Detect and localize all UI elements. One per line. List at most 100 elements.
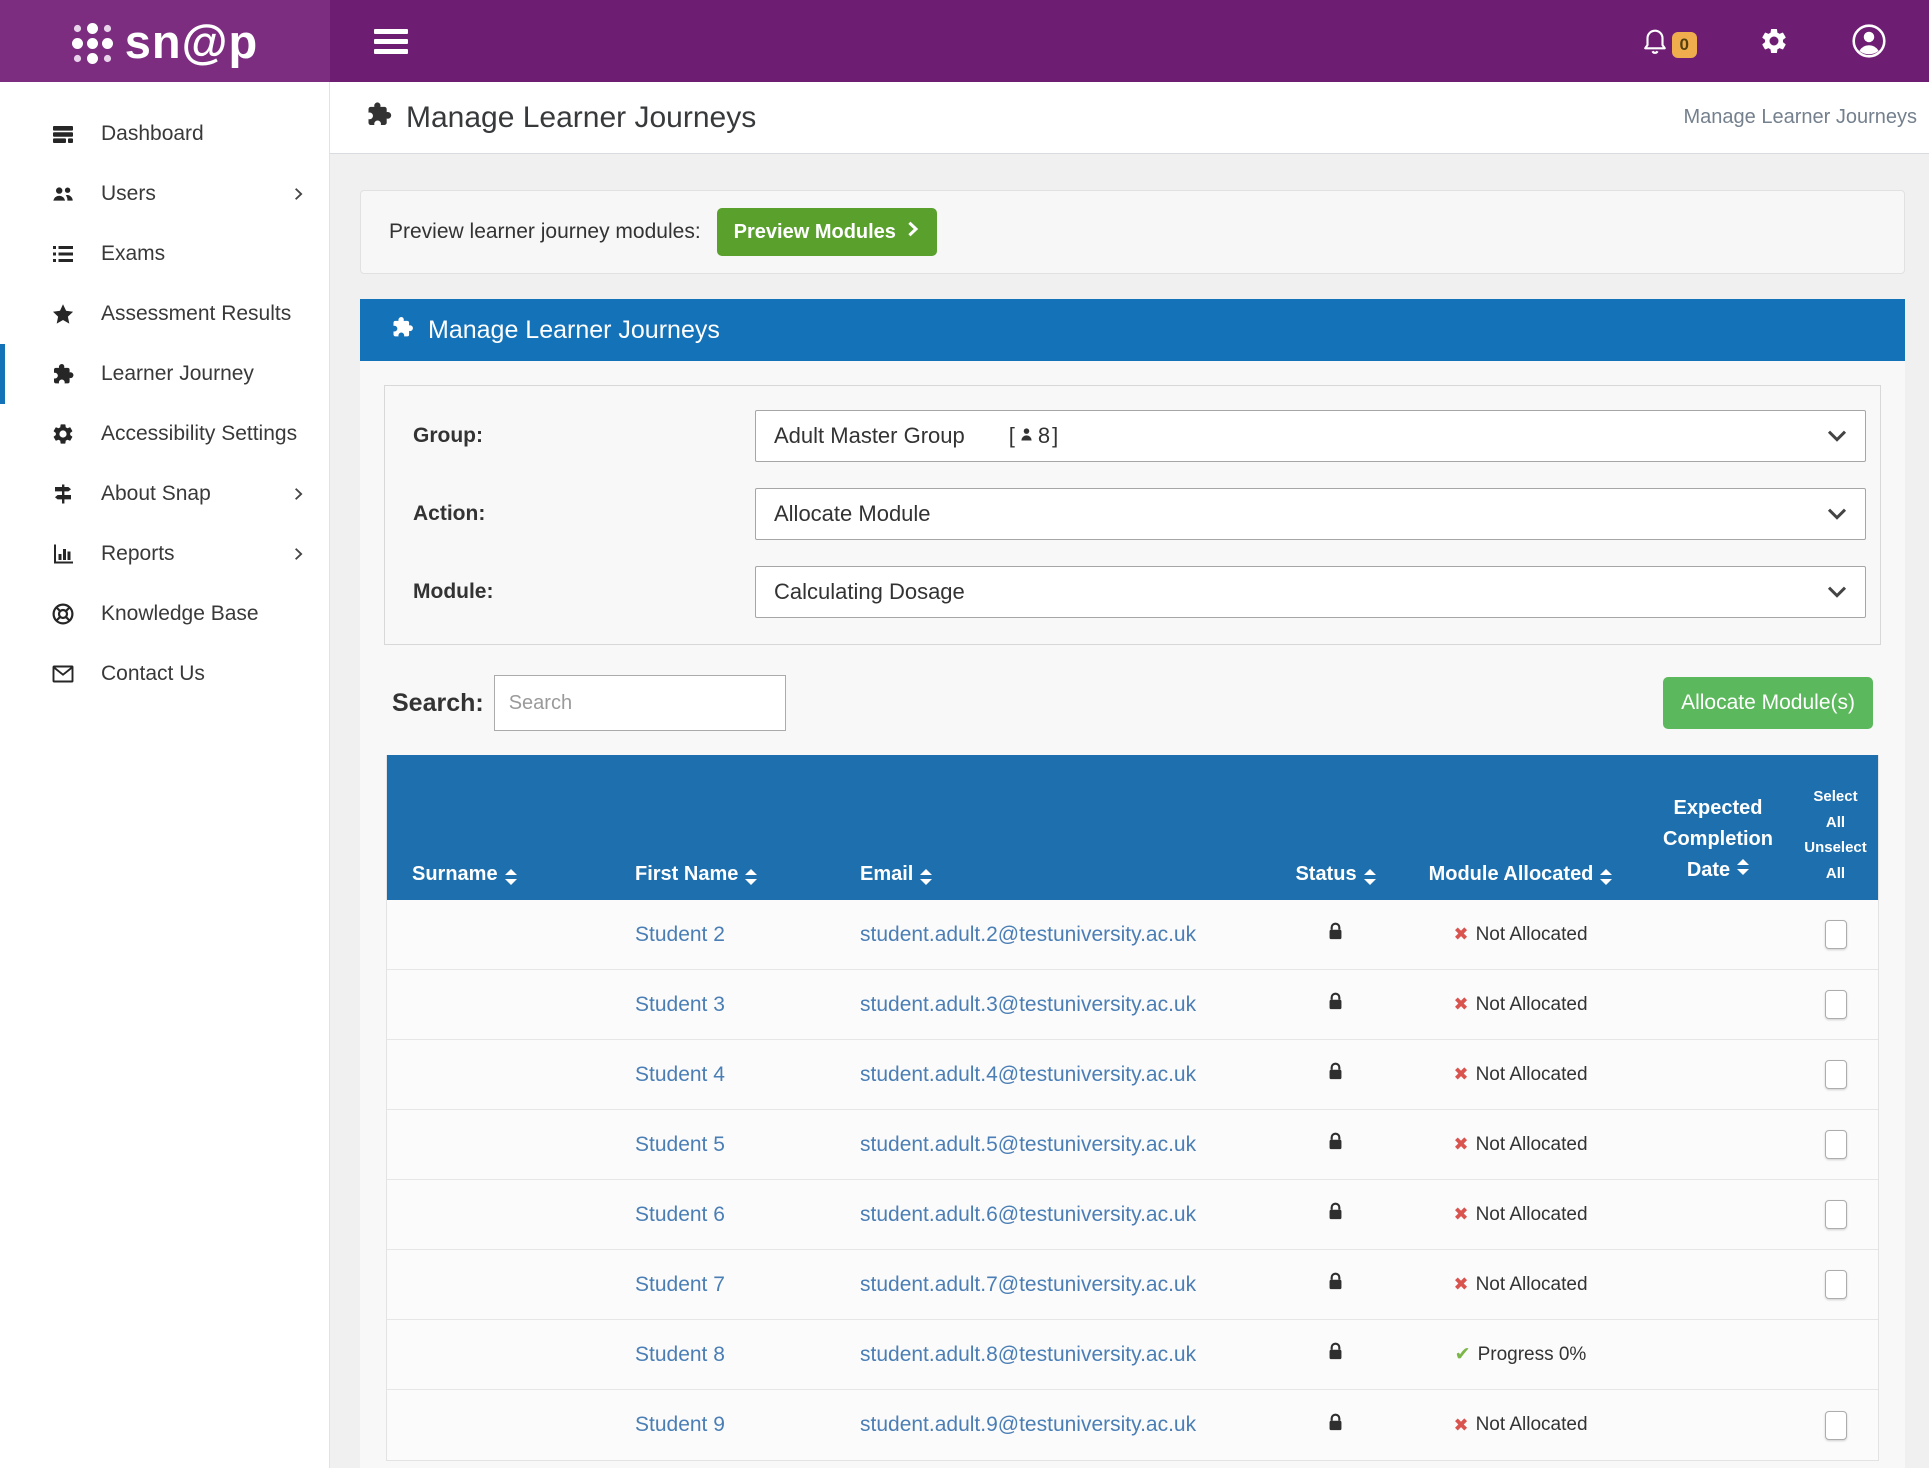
row-checkbox[interactable]: [1824, 920, 1847, 949]
column-header-first-name[interactable]: First Name: [612, 863, 837, 886]
account-button[interactable]: [1851, 23, 1887, 59]
email-cell: student.adult.7@testuniversity.ac.uk: [837, 1273, 1273, 1297]
email-cell: student.adult.9@testuniversity.ac.uk: [837, 1413, 1273, 1437]
group-select[interactable]: Adult Master Group [ 8]: [755, 410, 1866, 462]
first-name-cell: Student 4: [612, 1063, 837, 1087]
sidebar-item-reports[interactable]: Reports: [0, 524, 329, 584]
x-icon: ✖: [1453, 1274, 1469, 1294]
allocate-modules-button[interactable]: Allocate Module(s): [1663, 677, 1873, 729]
sidebar-item-contact-us[interactable]: Contact Us: [0, 644, 329, 704]
module-allocated-cell: ✖ Not Allocated: [1453, 1414, 1588, 1435]
sidebar-item-label: Reports: [101, 542, 175, 565]
email-cell: student.adult.5@testuniversity.ac.uk: [837, 1133, 1273, 1157]
search-input[interactable]: [493, 675, 786, 731]
sidebar-item-accessibility-settings[interactable]: Accessibility Settings: [0, 404, 329, 464]
sidebar-item-exams[interactable]: Exams: [0, 224, 329, 284]
row-checkbox[interactable]: [1824, 1130, 1847, 1159]
column-header-surname[interactable]: Surname: [387, 863, 612, 886]
student-link[interactable]: Student 2: [635, 923, 725, 947]
sidebar-item-label: Learner Journey: [101, 362, 254, 385]
column-header-select-all[interactable]: Select All Unselect All: [1793, 784, 1878, 886]
row-checkbox[interactable]: [1824, 1410, 1847, 1440]
first-name-cell: Student 7: [612, 1273, 837, 1297]
sidebar-item-users[interactable]: Users: [0, 164, 329, 224]
column-header-module-allocated[interactable]: Module Allocated: [1398, 863, 1643, 886]
module-select[interactable]: Calculating Dosage: [755, 566, 1866, 618]
row-checkbox[interactable]: [1824, 1200, 1847, 1229]
lock-icon: [1327, 1341, 1344, 1368]
x-icon: ✖: [1453, 1064, 1469, 1084]
column-header-email[interactable]: Email: [837, 863, 1273, 886]
group-label: Group:: [413, 424, 483, 447]
email-link[interactable]: student.adult.8@testuniversity.ac.uk: [860, 1343, 1196, 1367]
sidebar-item-label: Accessibility Settings: [101, 422, 298, 445]
module-label: Module:: [413, 580, 494, 603]
student-link[interactable]: Student 9: [635, 1413, 725, 1437]
sort-icon: [745, 869, 758, 886]
row-checkbox[interactable]: [1824, 1270, 1847, 1299]
gear-icon: [1759, 26, 1789, 56]
sort-icon: [920, 869, 933, 886]
email-cell: student.adult.4@testuniversity.ac.uk: [837, 1063, 1273, 1087]
bar-chart-icon: [49, 542, 77, 566]
status-cell: [1273, 921, 1398, 948]
chevron-right-icon: [291, 186, 305, 202]
breadcrumb[interactable]: Manage Learner Journeys: [1684, 106, 1917, 129]
student-link[interactable]: Student 6: [635, 1203, 725, 1227]
sidebar-item-knowledge-base[interactable]: Knowledge Base: [0, 584, 329, 644]
email-link[interactable]: student.adult.5@testuniversity.ac.uk: [860, 1133, 1196, 1157]
email-link[interactable]: student.adult.3@testuniversity.ac.uk: [860, 993, 1196, 1017]
settings-button[interactable]: [1759, 26, 1789, 56]
table-row: Student 5 student.adult.5@testuniversity…: [387, 1110, 1878, 1180]
column-header-expected-completion-date[interactable]: Expected Completion Date: [1643, 793, 1793, 886]
student-link[interactable]: Student 5: [635, 1133, 725, 1157]
x-icon: ✖: [1453, 994, 1469, 1014]
preview-modules-button[interactable]: Preview Modules: [716, 208, 937, 256]
app-logo[interactable]: sn@p: [0, 0, 330, 82]
sidebar-item-label: About Snap: [101, 482, 211, 505]
student-link[interactable]: Student 3: [635, 993, 725, 1017]
chevron-down-icon: [1827, 507, 1847, 521]
email-link[interactable]: student.adult.9@testuniversity.ac.uk: [860, 1413, 1196, 1437]
table-header-row: Surname First Name Email Status Module A…: [387, 755, 1878, 900]
hamburger-menu-icon[interactable]: [374, 24, 408, 59]
select-cell: [1793, 1130, 1878, 1159]
module-allocated-cell: ✖ Not Allocated: [1453, 1203, 1588, 1225]
module-allocated-cell: ✖ Not Allocated: [1453, 1133, 1588, 1155]
sidebar-item-label: Knowledge Base: [101, 602, 259, 625]
status-cell: [1273, 1061, 1398, 1088]
panel-header: Manage Learner Journeys: [360, 299, 1905, 361]
sidebar-item-label: Exams: [101, 242, 166, 265]
sidebar-item-dashboard[interactable]: Dashboard: [0, 104, 329, 164]
student-link[interactable]: Student 7: [635, 1273, 725, 1297]
select-cell: [1793, 1200, 1878, 1229]
student-link[interactable]: Student 8: [635, 1343, 725, 1367]
lock-icon: [1327, 921, 1344, 948]
email-link[interactable]: student.adult.7@testuniversity.ac.uk: [860, 1273, 1196, 1297]
email-link[interactable]: student.adult.6@testuniversity.ac.uk: [860, 1203, 1196, 1227]
table-row: Student 6 student.adult.6@testuniversity…: [387, 1180, 1878, 1250]
row-checkbox[interactable]: [1824, 1060, 1847, 1089]
list-icon: [49, 242, 77, 266]
action-select[interactable]: Allocate Module: [755, 488, 1866, 540]
email-link[interactable]: student.adult.4@testuniversity.ac.uk: [860, 1063, 1196, 1087]
module-allocated-cell: ✖ Not Allocated: [1453, 1273, 1588, 1295]
sidebar-item-learner-journey[interactable]: Learner Journey: [0, 344, 329, 404]
sidebar-item-assessment-results[interactable]: Assessment Results: [0, 284, 329, 344]
select-cell: [1793, 1060, 1878, 1089]
status-cell: [1273, 1341, 1398, 1368]
sidebar-item-label: Users: [101, 182, 156, 205]
lock-icon: [1327, 991, 1344, 1018]
row-checkbox[interactable]: [1824, 990, 1847, 1019]
email-link[interactable]: student.adult.2@testuniversity.ac.uk: [860, 923, 1196, 947]
puzzle-icon: [49, 362, 77, 386]
notifications-button[interactable]: 0: [1640, 24, 1697, 58]
lock-icon: [1327, 1061, 1344, 1088]
column-header-status[interactable]: Status: [1273, 863, 1398, 886]
person-icon: [1017, 423, 1036, 449]
gear-icon: [49, 422, 77, 446]
sidebar-item-about-snap[interactable]: About Snap: [0, 464, 329, 524]
student-link[interactable]: Student 4: [635, 1063, 725, 1087]
notification-count-badge: 0: [1671, 32, 1697, 58]
chevron-down-icon: [1827, 585, 1847, 599]
